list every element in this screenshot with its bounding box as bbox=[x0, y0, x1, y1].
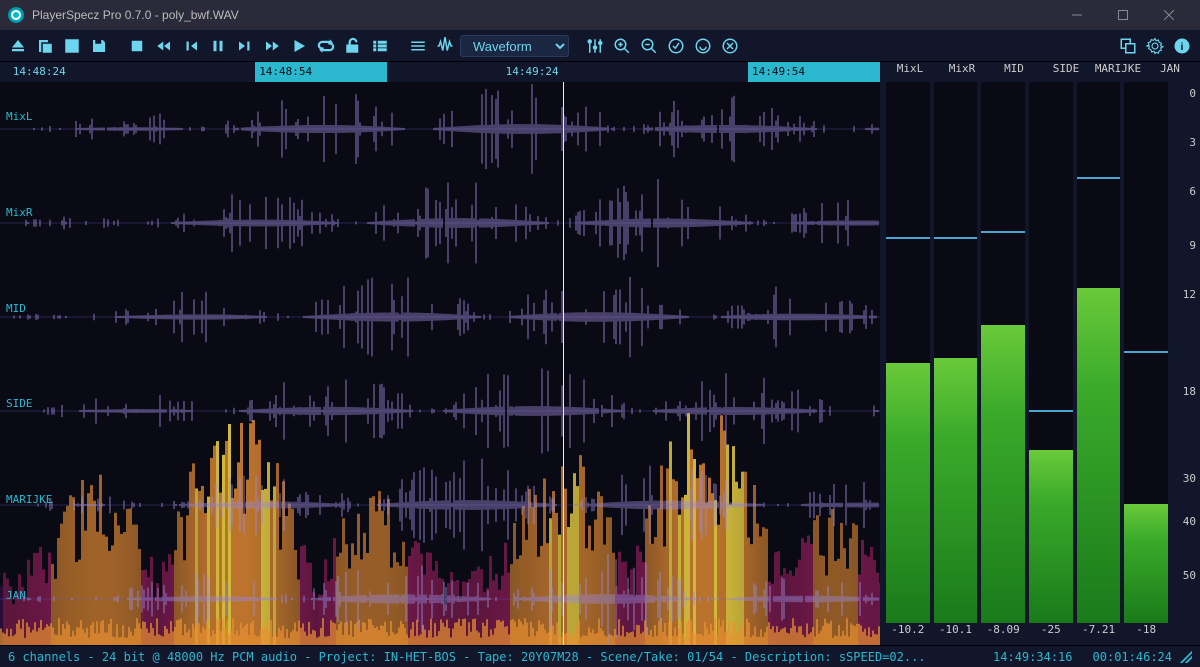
meter-bar bbox=[934, 82, 978, 623]
image-button[interactable] bbox=[60, 34, 84, 58]
zoom-selection-button[interactable] bbox=[691, 34, 715, 58]
maximize-button[interactable] bbox=[1100, 0, 1146, 30]
meter-scale-tick: 6 bbox=[1189, 185, 1196, 198]
settings-button[interactable] bbox=[1143, 34, 1167, 58]
meter-value: -8.09 bbox=[979, 623, 1027, 645]
meter-bar bbox=[1029, 82, 1073, 623]
track-label: JAN bbox=[6, 589, 26, 602]
skip-back-button[interactable] bbox=[179, 34, 203, 58]
menu-button[interactable] bbox=[406, 34, 430, 58]
rewind-button[interactable] bbox=[152, 34, 176, 58]
view-mode-select[interactable]: Waveform bbox=[460, 35, 569, 57]
zoom-reset-button[interactable] bbox=[718, 34, 742, 58]
meter-scale-tick: 18 bbox=[1183, 385, 1196, 398]
meter-bar bbox=[981, 82, 1025, 623]
window-title: PlayerSpecz Pro 0.7.0 - poly_bwf.WAV bbox=[32, 8, 239, 22]
status-text: 6 channels - 24 bit @ 48000 Hz PCM audio… bbox=[8, 650, 926, 664]
sliders-button[interactable] bbox=[583, 34, 607, 58]
meter-bar bbox=[1124, 82, 1168, 623]
meter-value: -7.21 bbox=[1075, 623, 1123, 645]
meter-channel-label: SIDE bbox=[1040, 62, 1092, 82]
copy-button[interactable] bbox=[33, 34, 57, 58]
meter-channel-label: MARIJKE bbox=[1092, 62, 1144, 82]
timeline[interactable]: 14:48:24 14:48:54 14:49:24 14:49:54 bbox=[0, 62, 880, 82]
meter-scale-tick: 9 bbox=[1189, 239, 1196, 252]
play-button[interactable] bbox=[287, 34, 311, 58]
meter-scale-tick: 40 bbox=[1183, 515, 1196, 528]
track-label: SIDE bbox=[6, 397, 33, 410]
waveform-icon[interactable] bbox=[433, 34, 457, 58]
save-button[interactable] bbox=[87, 34, 111, 58]
meter-bar bbox=[886, 82, 930, 623]
status-time-elapsed: 00:01:46:24 bbox=[1093, 650, 1172, 664]
resize-grip[interactable] bbox=[1180, 651, 1192, 663]
meter-bar bbox=[1077, 82, 1121, 623]
eject-button[interactable] bbox=[6, 34, 30, 58]
list-button[interactable] bbox=[368, 34, 392, 58]
meter-channel-label: MixR bbox=[936, 62, 988, 82]
timeline-label: 14:48:24 bbox=[9, 65, 70, 78]
titlebar: PlayerSpecz Pro 0.7.0 - poly_bwf.WAV bbox=[0, 0, 1200, 30]
statusbar: 6 channels - 24 bit @ 48000 Hz PCM audio… bbox=[0, 645, 1200, 667]
meter-scale-tick: 50 bbox=[1183, 569, 1196, 582]
windows-button[interactable] bbox=[1116, 34, 1140, 58]
lock-button[interactable] bbox=[341, 34, 365, 58]
meter-panel: MixLMixRMIDSIDEMARIJKEJAN 0 3 6 9 12 18 30 40 50… bbox=[880, 62, 1200, 645]
meter-scale-tick: 0 bbox=[1189, 87, 1196, 100]
meter-channel-label: MixL bbox=[884, 62, 936, 82]
meter-value: -10.2 bbox=[884, 623, 932, 645]
track-label: MID bbox=[6, 302, 26, 315]
minimize-button[interactable] bbox=[1054, 0, 1100, 30]
zoom-in-button[interactable] bbox=[610, 34, 634, 58]
toolbar: Waveform i bbox=[0, 30, 1200, 62]
timeline-label: 14:49:54 bbox=[748, 62, 880, 82]
pause-button[interactable] bbox=[206, 34, 230, 58]
fast-forward-button[interactable] bbox=[260, 34, 284, 58]
meter-value: -25 bbox=[1027, 623, 1075, 645]
loop-button[interactable] bbox=[314, 34, 338, 58]
meter-channel-label: JAN bbox=[1144, 62, 1196, 82]
timeline-label: 14:49:24 bbox=[502, 65, 563, 78]
svg-text:i: i bbox=[1181, 40, 1184, 52]
meter-channel-label: MID bbox=[988, 62, 1040, 82]
info-button[interactable]: i bbox=[1170, 34, 1194, 58]
meter-value: -18 bbox=[1122, 623, 1170, 645]
track-label: MixL bbox=[6, 110, 33, 123]
track-label: MARIJKE bbox=[6, 493, 52, 506]
track-label: MixR bbox=[6, 206, 33, 219]
meter-scale-tick: 12 bbox=[1183, 288, 1196, 301]
meter-scale-tick: 3 bbox=[1189, 136, 1196, 149]
close-button[interactable] bbox=[1146, 0, 1192, 30]
app-icon bbox=[8, 7, 24, 23]
meter-scale-tick: 30 bbox=[1183, 472, 1196, 485]
waveform-panel[interactable]: 14:48:24 14:48:54 14:49:24 14:49:54 MixL Mix… bbox=[0, 62, 880, 645]
stop-button[interactable] bbox=[125, 34, 149, 58]
timeline-label: 14:48:54 bbox=[255, 62, 387, 82]
zoom-fit-button[interactable] bbox=[664, 34, 688, 58]
meter-value: -10.1 bbox=[932, 623, 980, 645]
playhead bbox=[563, 82, 564, 645]
status-time-current: 14:49:34:16 bbox=[993, 650, 1072, 664]
skip-forward-button[interactable] bbox=[233, 34, 257, 58]
zoom-out-button[interactable] bbox=[637, 34, 661, 58]
